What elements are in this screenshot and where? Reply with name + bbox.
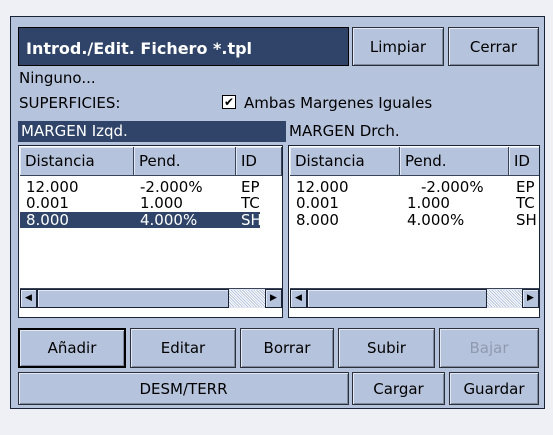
cell-distancia: 8.000 xyxy=(296,212,339,228)
left-margin-list[interactable]: Distancia Pend. ID 12.000 -2.000% EP 0.0… xyxy=(18,145,283,318)
status-text: Ninguno... xyxy=(19,69,96,87)
cell-distancia: 0.001 xyxy=(296,195,339,211)
scroll-left-icon[interactable]: ◀ xyxy=(20,289,37,308)
scroll-left-icon[interactable]: ◀ xyxy=(290,289,307,308)
editar-button[interactable]: Editar xyxy=(130,328,236,368)
cell-id: TC xyxy=(516,195,535,211)
cell-id: SH xyxy=(241,212,260,228)
cell-pend: 1.000 xyxy=(407,195,450,211)
cell-pend: 4.000% xyxy=(407,212,465,228)
column-header-id[interactable]: ID xyxy=(236,147,282,176)
scroll-right-icon[interactable]: ▶ xyxy=(265,289,282,308)
table-row[interactable]: 12.000 -2.000% EP xyxy=(20,179,281,195)
guardar-button[interactable]: Guardar xyxy=(449,372,539,405)
cell-pend: 4.000% xyxy=(140,212,198,228)
table-row-selected[interactable]: 8.000 4.000% SH xyxy=(20,212,260,228)
ambas-margenes-checkbox[interactable]: ✔ xyxy=(222,95,236,109)
subir-button[interactable]: Subir xyxy=(338,328,435,368)
table-row[interactable]: 0.001 1.000 TC xyxy=(290,195,538,211)
desm-terr-button[interactable]: DESM/TERR xyxy=(18,372,349,405)
cell-id: EP xyxy=(516,179,535,195)
table-row[interactable]: 12.000 -2.000% EP xyxy=(290,179,538,195)
scroll-right-icon[interactable]: ▶ xyxy=(522,289,539,308)
left-horizontal-scrollbar[interactable]: ◀ ▶ xyxy=(20,288,282,308)
bajar-button[interactable]: Bajar xyxy=(439,328,539,368)
cell-id: EP xyxy=(241,179,260,195)
scroll-thumb[interactable] xyxy=(37,289,229,308)
column-header-pend[interactable]: Pend. xyxy=(400,147,509,176)
cell-id: TC xyxy=(241,195,260,211)
anadir-button[interactable]: Añadir xyxy=(18,328,126,368)
cell-distancia: 0.001 xyxy=(26,195,69,211)
cell-distancia: 8.000 xyxy=(26,212,69,228)
column-header-distancia[interactable]: Distancia xyxy=(20,147,134,176)
left-panel-title: MARGEN Izqd. xyxy=(18,121,286,142)
right-horizontal-scrollbar[interactable]: ◀ ▶ xyxy=(290,288,539,308)
limpiar-button[interactable]: Limpiar xyxy=(352,27,444,66)
cell-distancia: 12.000 xyxy=(296,179,349,195)
table-row[interactable]: 0.001 1.000 TC xyxy=(20,195,281,211)
cell-pend: 1.000 xyxy=(140,195,183,211)
table-row[interactable]: 8.000 4.000% SH xyxy=(290,212,538,228)
cell-pend: -2.000% xyxy=(140,179,203,195)
column-header-distancia[interactable]: Distancia xyxy=(290,147,400,176)
cerrar-button[interactable]: Cerrar xyxy=(448,27,539,66)
scroll-track[interactable] xyxy=(229,290,265,307)
ambas-margenes-label[interactable]: Ambas Margenes Iguales xyxy=(244,94,432,112)
scroll-track[interactable] xyxy=(487,290,522,307)
cell-pend: -2.000% xyxy=(421,179,484,195)
column-header-id[interactable]: ID xyxy=(509,147,539,176)
borrar-button[interactable]: Borrar xyxy=(240,328,334,368)
column-header-pend[interactable]: Pend. xyxy=(134,147,236,176)
superficies-label: SUPERFICIES: xyxy=(19,94,121,112)
title-bar: Introd./Edit. Fichero *.tpl xyxy=(18,27,349,66)
cell-distancia: 12.000 xyxy=(26,179,79,195)
dialog-window: Introd./Edit. Fichero *.tpl Limpiar Cerr… xyxy=(10,16,545,409)
right-margin-list[interactable]: Distancia Pend. ID 12.000 -2.000% EP 0.0… xyxy=(288,145,540,318)
right-panel-title: MARGEN Drch. xyxy=(289,122,400,140)
window-title: Introd./Edit. Fichero *.tpl xyxy=(26,39,253,58)
cell-id: SH xyxy=(516,212,537,228)
cargar-button[interactable]: Cargar xyxy=(352,372,445,405)
scroll-thumb[interactable] xyxy=(307,289,487,308)
